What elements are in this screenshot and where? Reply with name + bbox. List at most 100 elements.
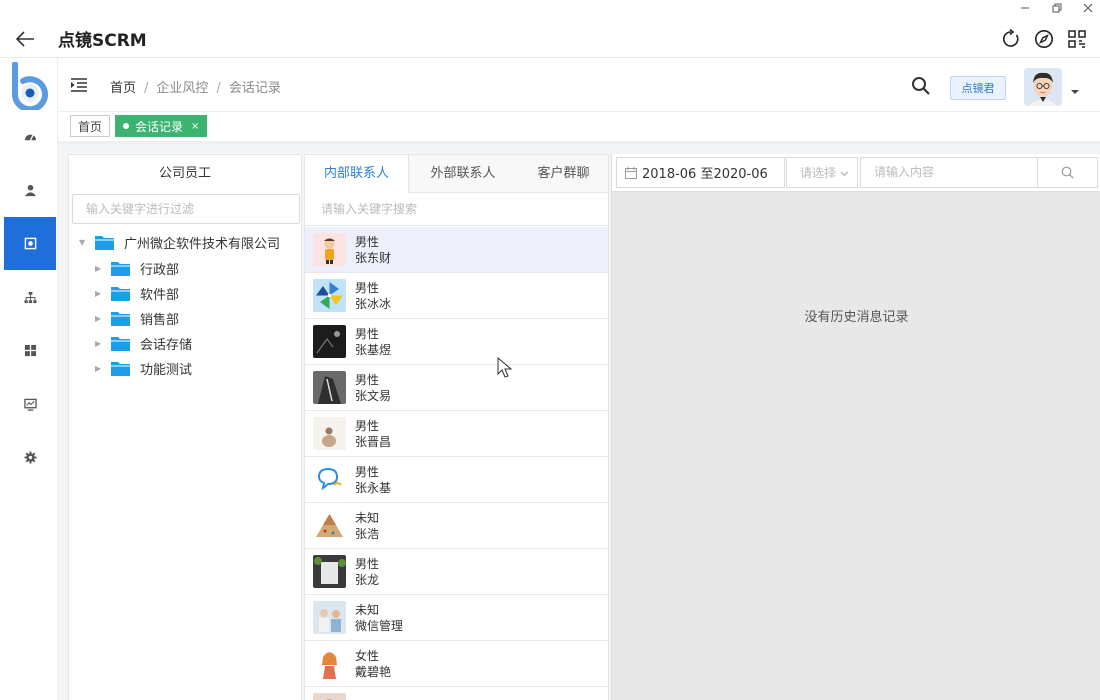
contact-name: 张龙 [355, 572, 380, 587]
contact-gender: 男性 [355, 280, 380, 295]
tab-customer-groups[interactable]: 客户群聊 [517, 155, 608, 193]
refresh-icon[interactable] [1001, 29, 1021, 49]
tree-node-label: 行政部 [140, 262, 180, 278]
date-range-value: 2018-06 至2020-06 [642, 167, 768, 182]
contact-row[interactable]: 男性 张龙 [305, 549, 608, 595]
contact-avatar [313, 233, 346, 266]
caret-right-icon[interactable]: ▶ [95, 264, 105, 273]
contact-gender: 男性 [355, 418, 380, 433]
tree-node-department[interactable]: ▶ 软件部 [95, 282, 179, 304]
contact-row[interactable]: 未知 张浩 [305, 503, 608, 549]
tab-internal-contacts[interactable]: 内部联系人 [305, 155, 409, 193]
empty-state-text: 没有历史消息记录 [804, 310, 909, 325]
user-name-badge[interactable]: 点镜君 [950, 76, 1006, 100]
tag-bar: 首页 会话记录 × [58, 112, 1100, 144]
tree-node-label: 软件部 [140, 287, 180, 303]
message-type-select[interactable]: 请选择 [786, 157, 858, 188]
chevron-down-icon[interactable] [1071, 88, 1079, 96]
rail-item-settings[interactable] [4, 431, 56, 484]
folder-icon [111, 311, 130, 326]
contact-avatar [313, 601, 346, 634]
rail-item-organization[interactable] [4, 271, 56, 324]
close-icon[interactable] [1081, 2, 1095, 16]
rail-item-users[interactable] [4, 164, 56, 217]
dashboard-icon [24, 134, 36, 141]
contact-avatar [313, 693, 346, 700]
contact-name: 张冰冰 [355, 296, 392, 311]
caret-right-icon[interactable]: ▶ [95, 364, 105, 373]
minimize-icon[interactable] [1018, 2, 1032, 16]
folder-icon [95, 235, 114, 250]
tag-home[interactable]: 首页 [70, 115, 111, 137]
rail-item-risk-control[interactable] [4, 217, 56, 270]
shield-icon [24, 237, 36, 250]
contact-name: 张永基 [355, 480, 392, 495]
grid-icon [24, 344, 36, 357]
rail-item-apps[interactable] [4, 324, 56, 377]
active-dot-icon [123, 123, 129, 129]
tree-node-department[interactable]: ▶ 会话存储 [95, 332, 192, 354]
breadcrumb-risk-control[interactable]: 企业风控 [156, 81, 208, 96]
contact-row[interactable]: 女性 [305, 687, 608, 700]
contact-avatar [313, 463, 346, 496]
app-title: 点镜SCRM [58, 31, 147, 51]
window-titlebar: 点镜SCRM [0, 0, 1100, 58]
contact-avatar [313, 279, 346, 312]
rail-item-dashboard[interactable] [4, 110, 56, 163]
contact-avatar [313, 555, 346, 588]
contact-row[interactable]: 未知 微信管理 [305, 595, 608, 641]
tree-node-department[interactable]: ▶ 销售部 [95, 307, 179, 329]
caret-right-icon[interactable]: ▶ [95, 314, 105, 323]
contact-row[interactable]: 女性 戴碧艳 [305, 641, 608, 687]
contact-row[interactable]: 男性 张文易 [305, 365, 608, 411]
contact-name: 张浩 [355, 526, 380, 541]
tree-node-label: 广州微企软件技术有限公司 [124, 236, 281, 252]
contact-row[interactable]: 男性 张东财 [305, 227, 608, 273]
close-tag-icon[interactable]: × [191, 121, 199, 132]
contact-gender: 未知 [355, 602, 380, 617]
employee-panel: 公司员工 输入关键字进行过滤 ▼ 广州微企软件技术有限公司 ▶ 行政部 ▶ 软件… [68, 154, 302, 700]
menu-toggle-icon[interactable] [71, 78, 87, 92]
breadcrumb-current: 会话记录 [228, 81, 281, 96]
restore-icon[interactable] [1050, 2, 1064, 16]
contacts-panel: 内部联系人 外部联系人 客户群聊 请输入关键字搜索 男性 张东财 男性 张冰冰 男性… [304, 154, 609, 700]
tab-external-contacts[interactable]: 外部联系人 [409, 155, 517, 193]
contact-row[interactable]: 男性 张基煜 [305, 319, 608, 365]
search-icon [1061, 166, 1074, 179]
compass-icon[interactable] [1034, 29, 1054, 49]
rail-item-monitor[interactable] [4, 378, 56, 431]
contact-row[interactable]: 男性 张冰冰 [305, 273, 608, 319]
contact-row[interactable]: 男性 张晋昌 [305, 411, 608, 457]
qrcode-icon[interactable] [1067, 29, 1087, 49]
tree-node-department[interactable]: ▶ 功能测试 [95, 357, 192, 379]
tree-node-company[interactable]: ▼ 广州微企软件技术有限公司 [79, 231, 280, 253]
tag-session-records[interactable]: 会话记录 × [115, 115, 208, 137]
message-search-button[interactable] [1038, 157, 1098, 188]
avatar[interactable] [1024, 68, 1062, 106]
back-arrow-icon[interactable] [14, 28, 36, 50]
contact-gender: 未知 [355, 510, 380, 525]
contact-search-input[interactable]: 请输入关键字搜索 [305, 193, 608, 226]
contact-gender: 男性 [355, 464, 380, 479]
date-range-picker[interactable]: 2018-06 至2020-06 [616, 157, 785, 188]
caret-right-icon[interactable]: ▶ [95, 289, 105, 298]
contact-avatar [313, 509, 346, 542]
tree-node-department[interactable]: ▶ 行政部 [95, 257, 179, 279]
contact-row[interactable]: 男性 张永基 [305, 457, 608, 503]
message-content-input[interactable]: 请输入内容 [860, 157, 1038, 188]
caret-right-icon[interactable]: ▶ [95, 339, 105, 348]
breadcrumb-separator: / [216, 81, 221, 96]
breadcrumb: 首页 / 企业风控 / 会话记录 [110, 77, 281, 96]
contact-name: 张基煜 [355, 342, 392, 357]
tree-node-label: 功能测试 [140, 362, 193, 378]
caret-down-icon[interactable]: ▼ [79, 238, 89, 247]
contact-name: 张东财 [355, 250, 392, 265]
contact-avatar [313, 417, 346, 450]
message-filter-toolbar: 2018-06 至2020-06 请选择 请输入内容 [612, 154, 1100, 192]
breadcrumb-home[interactable]: 首页 [110, 81, 136, 96]
employee-filter-input[interactable]: 输入关键字进行过滤 [72, 194, 300, 224]
search-icon[interactable] [911, 76, 931, 96]
tree-node-label: 会话存储 [140, 337, 193, 353]
contact-gender: 男性 [355, 556, 380, 571]
chevron-down-icon [840, 171, 849, 177]
